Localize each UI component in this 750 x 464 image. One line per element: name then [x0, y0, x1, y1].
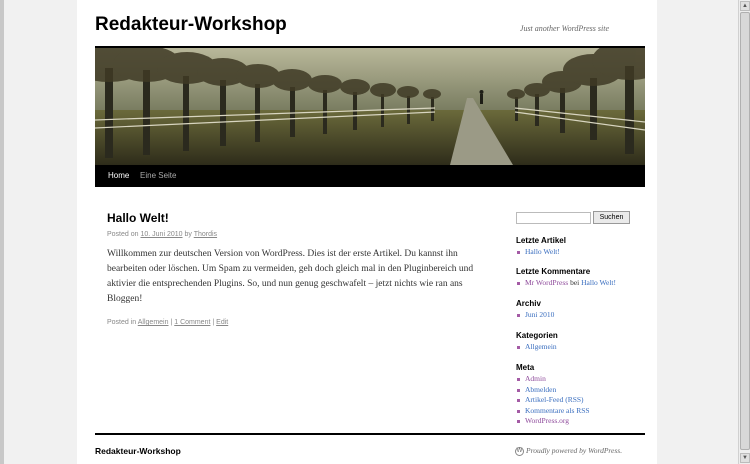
meta-link-entries-rss[interactable]: Artikel-Feed (RSS) — [516, 395, 590, 406]
meta-link-wordpress-org[interactable]: WordPress.org — [516, 416, 590, 427]
footer-powered-by[interactable]: W Proudly powered by WordPress. — [515, 446, 622, 456]
post-category-link[interactable]: Allgemein — [138, 319, 169, 326]
meta-link-logout[interactable]: Abmelden — [516, 385, 590, 396]
footer-rule — [95, 433, 645, 435]
post-meta-prefix: Posted on — [107, 231, 139, 238]
post-date-link[interactable]: 10. Juni 2010 — [140, 231, 182, 238]
meta-link-comments-rss[interactable]: Kommentare als RSS — [516, 406, 590, 417]
footer-powered-text: Proudly powered by WordPress. — [526, 446, 623, 455]
post-util-prefix: Posted in — [107, 319, 137, 326]
archives-title: Archiv — [516, 299, 541, 308]
comment-author-link[interactable]: Mr WordPress — [525, 278, 568, 287]
list-item[interactable]: Allgemein — [516, 342, 557, 353]
categories-title: Kategorien — [516, 331, 558, 340]
search-input[interactable] — [516, 212, 591, 224]
recent-posts-list: Hallo Welt! — [516, 247, 560, 258]
post-meta: Posted on 10. Juni 2010 by Thordis — [107, 231, 217, 238]
list-item[interactable]: Juni 2010 — [516, 310, 554, 321]
browser-frame-left — [0, 0, 4, 464]
post-author-link[interactable]: Thordis — [194, 231, 217, 238]
page-container: Redakteur-Workshop Just another WordPres… — [77, 0, 657, 464]
meta-link-admin[interactable]: Admin — [516, 374, 590, 385]
meta-list: Admin Abmelden Artikel-Feed (RSS) Kommen… — [516, 374, 590, 427]
scrollbar-thumb[interactable] — [740, 12, 750, 450]
nav-item-home[interactable]: Home — [108, 165, 129, 187]
main-navigation: Home Eine Seite — [95, 165, 645, 187]
site-title[interactable]: Redakteur-Workshop — [95, 14, 287, 36]
scroll-down-icon[interactable]: ▼ — [740, 453, 750, 463]
header-landscape-photo — [95, 48, 645, 165]
post-meta-by: by — [184, 231, 192, 238]
vertical-scrollbar[interactable]: ▲ ▼ — [738, 0, 750, 464]
list-item: Mr WordPress bei Hallo Welt! — [516, 278, 616, 289]
post-utility: Posted in Allgemein | 1 Comment | Edit — [107, 319, 228, 326]
recent-comments-list: Mr WordPress bei Hallo Welt! — [516, 278, 616, 289]
recent-posts-title: Letzte Artikel — [516, 236, 566, 245]
categories-list: Allgemein — [516, 342, 557, 353]
separator: | — [212, 319, 215, 326]
post-edit-link[interactable]: Edit — [216, 319, 228, 326]
wordpress-icon: W — [515, 446, 524, 456]
meta-title: Meta — [516, 363, 535, 372]
post-content: Willkommen zur deutschen Version von Wor… — [107, 249, 474, 304]
site-description: Just another WordPress site — [519, 24, 609, 33]
comment-joiner: bei — [570, 278, 580, 287]
post-title[interactable]: Hallo Welt! — [107, 211, 169, 225]
scroll-up-icon[interactable]: ▲ — [740, 1, 750, 11]
archives-list: Juni 2010 — [516, 310, 554, 321]
recent-comments-title: Letzte Kommentare — [516, 267, 591, 276]
separator: | — [170, 319, 173, 326]
footer-site-title[interactable]: Redakteur-Workshop — [95, 446, 181, 456]
post-comments-link[interactable]: 1 Comment — [174, 319, 210, 326]
header-image — [95, 48, 645, 165]
comment-post-link[interactable]: Hallo Welt! — [581, 278, 616, 287]
nav-item-eine-seite[interactable]: Eine Seite — [140, 165, 176, 187]
search-button[interactable]: Suchen — [593, 211, 630, 224]
list-item[interactable]: Hallo Welt! — [516, 247, 560, 258]
